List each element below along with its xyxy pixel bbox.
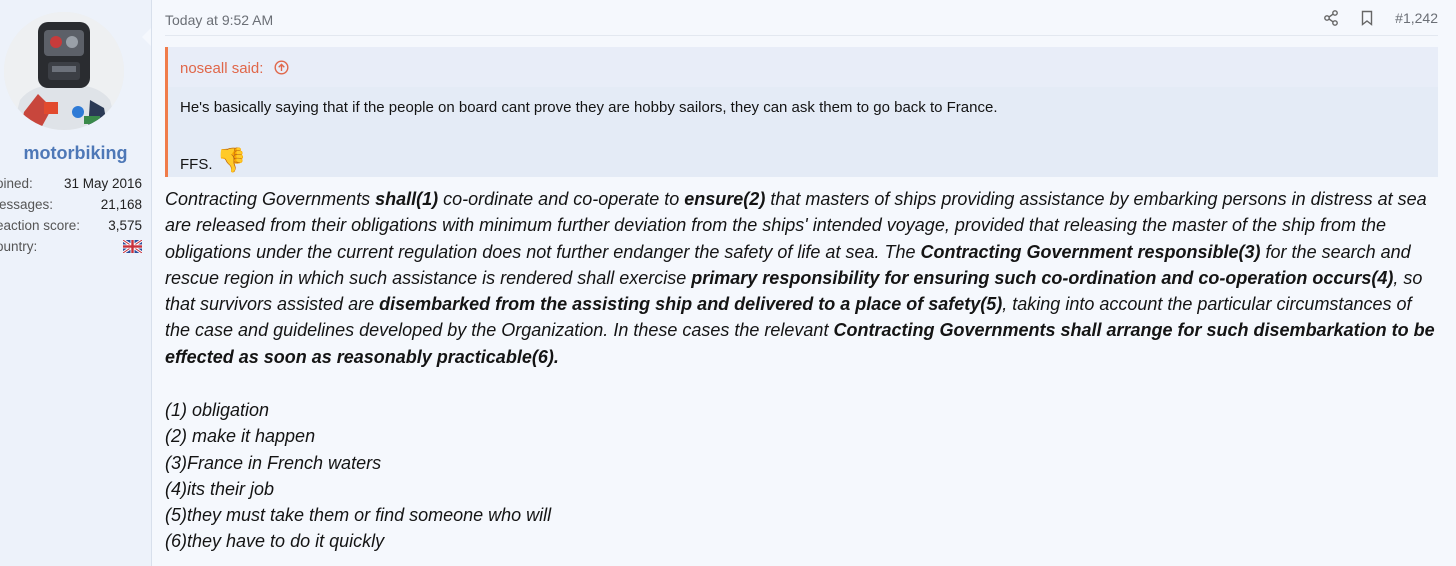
stat-row-country: ountry: [0,236,142,257]
list-item: (2) make it happen [165,426,316,447]
stat-label: eaction score: [0,218,81,233]
quote-author-label: noseall said: [180,60,264,77]
message-arrow [142,28,151,46]
quote-ffs-label: FFS. [180,156,213,173]
stat-label: lessages: [0,197,54,212]
arrow-up-circle-icon[interactable] [274,60,289,75]
stat-label: ountry: [0,239,38,254]
post-date-link[interactable]: Today at 9:52 AM [165,12,273,28]
list-item: (5)they must take them or find someone w… [165,505,552,526]
user-stats: oined: 31 May 2016 lessages: 21,168 eact… [0,173,142,257]
post-actions: #1,242 [1323,10,1438,26]
body-bold: shall(1) [375,189,439,209]
quote-header: noseall said: [168,47,1438,87]
stat-value: 31 May 2016 [63,176,142,191]
body-text: Contracting Governments [165,189,376,209]
stat-value [123,236,142,257]
quote-block: noseall said: He's basically saying that… [165,47,1438,177]
quote-text: He's basically saying that if the people… [180,99,998,116]
stat-row-reaction-score: eaction score: 3,575 [0,215,142,236]
quote-text-ffs: FFS. 👎 [180,147,247,174]
username-link[interactable]: motorbiking [0,143,151,164]
body-bold: ensure(2) [684,189,766,209]
body-bold: disembarked from the assisting ship and … [379,294,1003,315]
body-text: co-ordinate and co-operate to [438,189,685,209]
stat-row-messages: lessages: 21,168 [0,194,142,215]
list-item: (1) obligation [165,400,270,420]
thumbs-down-icon: 👎 [216,147,247,174]
post-header: Today at 9:52 AM #1,242 [165,8,1438,36]
body-bold: primary responsibility for ensuring such… [691,267,1394,288]
user-sidebar: motorbiking oined: 31 May 2016 lessages:… [0,0,152,566]
uk-flag-icon [123,239,142,253]
quote-author-link[interactable]: noseall said: [180,60,289,77]
stat-label: oined: [0,176,33,191]
stat-row-joined: oined: 31 May 2016 [0,173,142,194]
list-item: (3)France in French waters [165,452,382,473]
post-number-link[interactable]: #1,242 [1395,10,1438,26]
stat-value: 21,168 [100,197,142,212]
post-body: Contracting Governments shall(1) co-ordi… [165,186,1440,370]
avatar[interactable] [4,12,124,130]
footnote-list: (1) obligation (2) make it happen (3)Fra… [165,397,551,555]
bookmark-icon[interactable] [1359,10,1375,26]
list-item: (4)its their job [165,478,275,499]
list-item: (6)they have to do it quickly [165,531,385,552]
body-bold: Contracting Government responsible(3) [920,241,1261,262]
stat-value: 3,575 [108,218,142,233]
share-icon[interactable] [1323,10,1339,26]
